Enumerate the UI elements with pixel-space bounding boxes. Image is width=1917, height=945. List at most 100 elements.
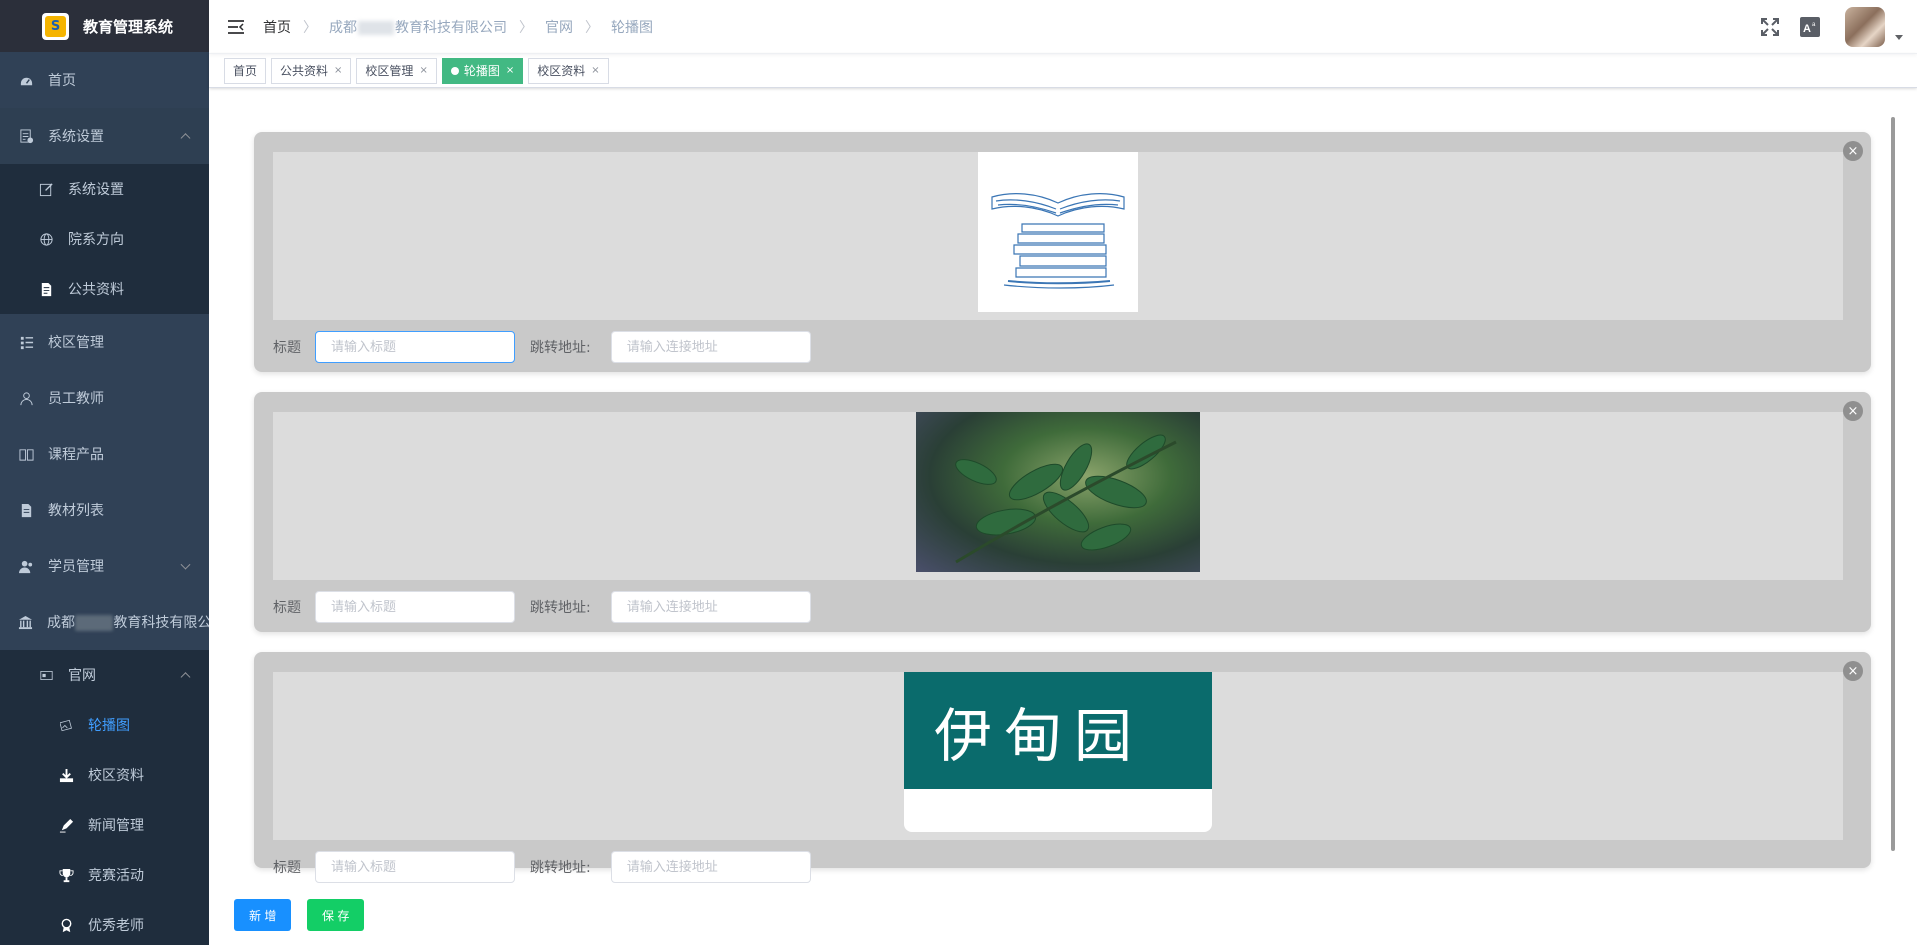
sidebar-subitem-system-settings[interactable]: 系统设置 [0, 164, 209, 214]
sidebar-item-students[interactable]: 学员管理 [0, 538, 209, 594]
tags-view: 首页 公共资料 × 校区管理 × 轮播图 × 校区资料 × [209, 54, 1917, 88]
browser-icon [38, 667, 54, 683]
logo-icon: S [42, 12, 69, 40]
sidebar-item-label: 竞赛活动 [88, 868, 144, 884]
medal-icon [58, 917, 74, 933]
sidebar-item-staff[interactable]: 员工教师 [0, 370, 209, 426]
globe-icon [38, 231, 54, 247]
font-size-icon[interactable]: Aa [1799, 16, 1821, 38]
tag-campus-docs[interactable]: 校区资料 × [528, 57, 609, 84]
image-upload-area[interactable] [273, 152, 1843, 320]
breadcrumb-home[interactable]: 首页 [263, 17, 291, 37]
sidebar-item-label: 校区管理 [48, 335, 104, 351]
users-icon [18, 558, 34, 574]
url-label: 跳转地址: [530, 600, 591, 616]
close-icon[interactable]: × [419, 65, 427, 76]
sidebar-subitem-campus-docs[interactable]: 校区资料 [0, 750, 209, 800]
dashboard-icon [18, 72, 34, 88]
url-input[interactable] [610, 591, 811, 623]
title-input[interactable] [315, 591, 515, 623]
sidebar-item-home[interactable]: 首页 [0, 52, 209, 108]
caret-down-icon[interactable] [1895, 34, 1903, 40]
active-dot-icon [450, 66, 459, 75]
url-label: 跳转地址: [530, 860, 591, 876]
sidebar-subitem-departments[interactable]: 院系方向 [0, 214, 209, 264]
trophy-icon [58, 867, 74, 883]
main-area: 首页 〉 成都 教育科技有限公司 〉 官网 〉 轮播图 Aa 首页 公共资料 ×… [209, 0, 1917, 945]
title-label: 标题 [273, 340, 301, 356]
fullscreen-icon[interactable] [1759, 16, 1781, 38]
sidebar-item-system-settings[interactable]: 系统设置 [0, 108, 209, 164]
carousel-card: × 标题 跳转地址: [254, 132, 1871, 372]
add-button[interactable]: 新 增 [234, 899, 292, 931]
close-icon[interactable]: × [591, 65, 599, 76]
download-icon [58, 767, 74, 783]
sidebar-item-label: 新闻管理 [88, 818, 144, 834]
sidebar-subitem-teachers[interactable]: 优秀老师 [0, 900, 209, 945]
sidebar-item-label: 教材列表 [48, 503, 104, 519]
sidebar-subitem-news[interactable]: 新闻管理 [0, 800, 209, 850]
navbar-right-menu: Aa [1759, 0, 1903, 54]
url-input[interactable] [610, 331, 811, 363]
image-upload-area[interactable]: 伊甸园 [273, 672, 1843, 840]
app-title: 教育管理系统 [83, 17, 174, 36]
carousel-image: 伊甸园 [904, 672, 1212, 832]
user-icon [18, 390, 34, 406]
carousel-form: 标题 跳转地址: [273, 851, 811, 883]
sidebar-item-label: 课程产品 [48, 447, 104, 463]
chevron-up-icon [180, 672, 191, 683]
sidebar-item-textbooks[interactable]: 教材列表 [0, 482, 209, 538]
edit-icon [38, 181, 54, 197]
sidebar-item-label: 员工教师 [48, 391, 104, 407]
remove-card-button[interactable]: × [1843, 141, 1863, 161]
chevron-down-icon [180, 559, 191, 570]
sidebar-item-label: 院系方向 [68, 232, 124, 248]
sidebar-subitem-competitions[interactable]: 竞赛活动 [0, 850, 209, 900]
breadcrumb-company[interactable]: 成都 教育科技有限公司 [329, 17, 507, 37]
pen-icon [58, 817, 74, 833]
sidebar-item-company[interactable]: 成都XXXX教育科技有限公司 [0, 594, 209, 650]
image-icon [58, 717, 74, 733]
sidebar-item-label: 系统设置 [48, 129, 104, 145]
tag-carousel[interactable]: 轮播图 × [441, 57, 524, 84]
bank-icon [18, 614, 33, 630]
sidebar-logo[interactable]: S 教育管理系统 [0, 0, 209, 52]
carousel-form: 标题 跳转地址: [273, 331, 811, 363]
title-input[interactable] [315, 331, 515, 363]
tag-campus[interactable]: 校区管理 × [356, 57, 437, 84]
close-icon[interactable]: × [334, 65, 342, 76]
breadcrumb-separator-icon: 〉 [519, 19, 533, 36]
carousel-image [916, 412, 1200, 572]
sidebar-subitem-public-docs[interactable]: 公共资料 [0, 264, 209, 314]
url-input[interactable] [610, 851, 811, 883]
sidebar-item-label: 公共资料 [68, 282, 124, 298]
books-sketch-image [991, 193, 1125, 289]
chevron-up-icon [180, 133, 191, 144]
hamburger-icon[interactable] [209, 0, 263, 54]
close-icon[interactable]: × [506, 65, 514, 76]
settings-doc-icon [18, 128, 34, 144]
sidebar-subitem-website[interactable]: 官网 [0, 650, 209, 700]
book-icon [18, 446, 34, 462]
avatar[interactable] [1845, 7, 1885, 47]
document-icon [38, 281, 54, 297]
sidebar-item-label: 首页 [48, 73, 76, 89]
breadcrumb-website[interactable]: 官网 [545, 17, 573, 37]
scrollbar[interactable] [1891, 117, 1895, 851]
remove-card-button[interactable]: × [1843, 661, 1863, 681]
sidebar-item-courses[interactable]: 课程产品 [0, 426, 209, 482]
carousel-form: 标题 跳转地址: [273, 591, 811, 623]
save-button[interactable]: 保 存 [307, 899, 365, 931]
sidebar-item-label: 系统设置 [68, 182, 124, 198]
tag-home[interactable]: 首页 [224, 57, 267, 84]
image-upload-area[interactable] [273, 412, 1843, 580]
title-label: 标题 [273, 600, 301, 616]
svg-text:A: A [1803, 23, 1811, 35]
sidebar-item-campus[interactable]: 校区管理 [0, 314, 209, 370]
redacted-text [358, 20, 394, 35]
sidebar-subitem-carousel[interactable]: 轮播图 [0, 700, 209, 750]
title-input[interactable] [315, 851, 515, 883]
tag-public-docs[interactable]: 公共资料 × [271, 57, 352, 84]
app-root: S 教育管理系统 首页 系统设置 系统设置 院系方向 公共资料 校区管理 员工教… [0, 0, 1917, 945]
remove-card-button[interactable]: × [1843, 401, 1863, 421]
